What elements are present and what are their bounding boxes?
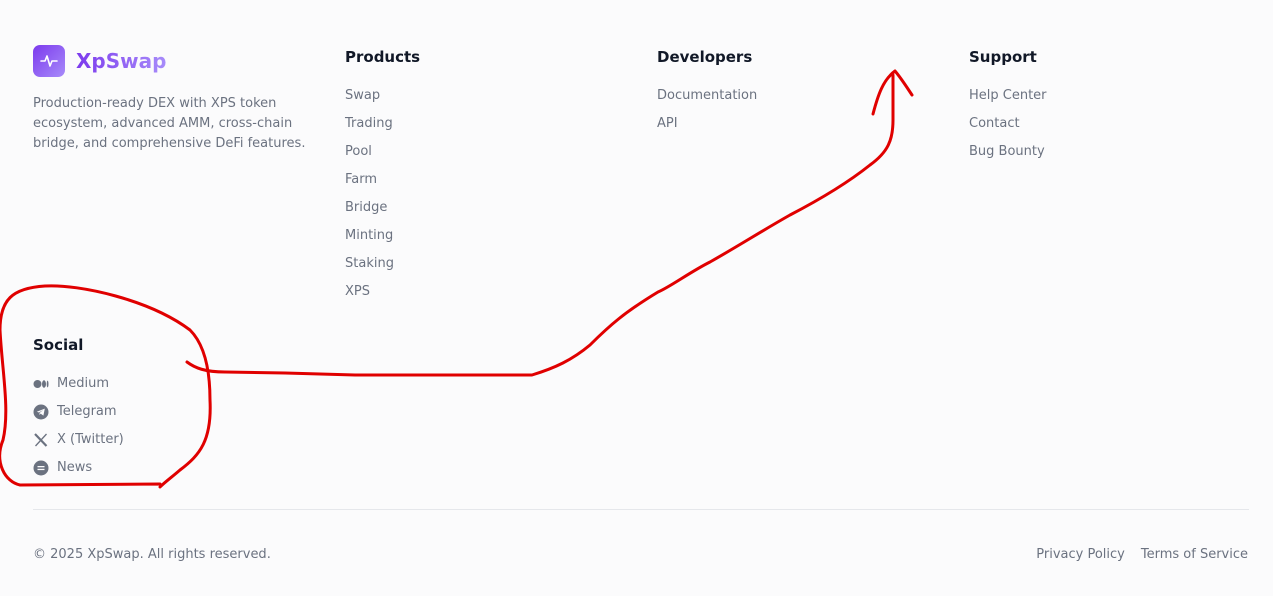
developers-link-api[interactable]: API xyxy=(657,116,757,144)
x-twitter-icon xyxy=(33,432,49,448)
support-column: Support Help Center Contact Bug Bounty xyxy=(969,47,1047,172)
products-link-staking[interactable]: Staking xyxy=(345,256,420,284)
social-label: News xyxy=(57,460,93,475)
developers-link-documentation[interactable]: Documentation xyxy=(657,88,757,116)
social-section: Social Medium Telegram X (Twitter) News xyxy=(33,335,124,488)
social-link-news[interactable]: News xyxy=(33,460,124,488)
products-link-bridge[interactable]: Bridge xyxy=(345,200,420,228)
medium-icon xyxy=(33,376,49,392)
developers-heading: Developers xyxy=(657,48,753,66)
brand-name: XpSwap xyxy=(76,49,167,73)
products-column: Products Swap Trading Pool Farm Bridge M… xyxy=(345,47,420,312)
telegram-icon xyxy=(33,404,49,420)
products-link-pool[interactable]: Pool xyxy=(345,144,420,172)
support-link-contact[interactable]: Contact xyxy=(969,116,1047,144)
news-icon xyxy=(33,460,49,476)
products-link-swap[interactable]: Swap xyxy=(345,88,420,116)
social-link-medium[interactable]: Medium xyxy=(33,376,124,404)
social-link-telegram[interactable]: Telegram xyxy=(33,404,124,432)
support-heading: Support xyxy=(969,48,1037,66)
social-heading: Social xyxy=(33,336,84,354)
copyright: © 2025 XpSwap. All rights reserved. xyxy=(33,547,271,562)
pulse-icon xyxy=(33,45,65,77)
red-annotation xyxy=(0,69,914,489)
products-heading: Products xyxy=(345,48,421,66)
privacy-policy-link[interactable]: Privacy Policy xyxy=(1036,547,1125,562)
footer-divider xyxy=(33,509,1249,510)
products-link-xps[interactable]: XPS xyxy=(345,284,420,312)
products-link-trading[interactable]: Trading xyxy=(345,116,420,144)
support-link-bug-bounty[interactable]: Bug Bounty xyxy=(969,144,1047,172)
products-link-farm[interactable]: Farm xyxy=(345,172,420,200)
brand[interactable]: XpSwap xyxy=(33,45,166,77)
developers-column: Developers Documentation API xyxy=(657,47,757,144)
products-link-minting[interactable]: Minting xyxy=(345,228,420,256)
social-label: Medium xyxy=(57,376,109,391)
brand-description: Production-ready DEX with XPS token ecos… xyxy=(33,96,306,151)
support-link-help-center[interactable]: Help Center xyxy=(969,88,1047,116)
annotation-arrow-head xyxy=(871,69,914,116)
social-link-x-twitter[interactable]: X (Twitter) xyxy=(33,432,124,460)
legal-links: Privacy Policy Terms of Service xyxy=(1036,547,1248,562)
social-label: Telegram xyxy=(57,404,117,419)
terms-of-service-link[interactable]: Terms of Service xyxy=(1141,547,1248,562)
social-label: X (Twitter) xyxy=(57,432,124,447)
